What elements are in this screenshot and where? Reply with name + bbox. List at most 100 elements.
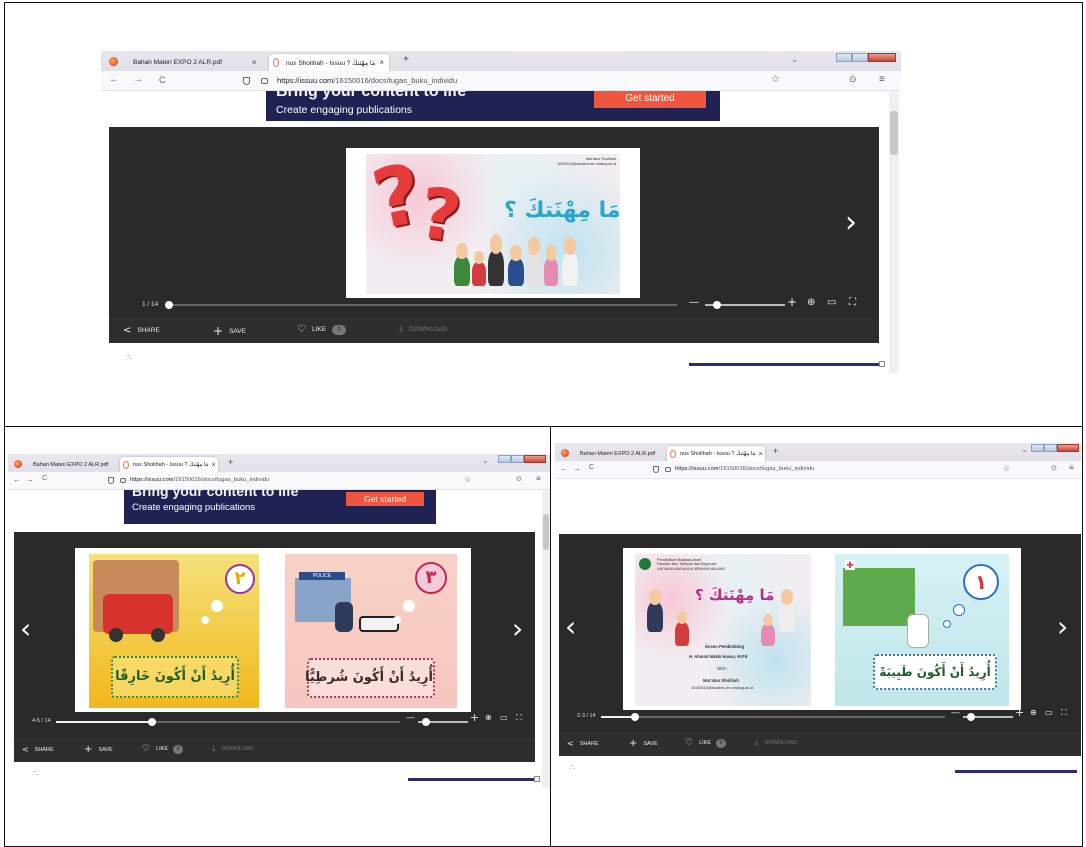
minimize-button[interactable]	[498, 455, 511, 463]
new-tab-button[interactable]: +	[228, 457, 233, 467]
maximize-button[interactable]	[852, 53, 868, 62]
zoom-handle[interactable]	[713, 301, 721, 309]
tab-issuu[interactable]: nus Sholihah - Issuu ? مَا مِهْنَتكَ ×	[269, 54, 389, 71]
chevron-down-icon[interactable]: ⌄	[791, 54, 799, 65]
chevron-down-icon[interactable]: ⌄	[1021, 445, 1028, 454]
page-seek-bar[interactable]	[165, 301, 677, 309]
zoom-in-button[interactable]: +	[787, 295, 797, 309]
fullscreen-icon[interactable]: ⛶	[849, 297, 856, 308]
share-button[interactable]: < SHARE	[567, 739, 599, 748]
next-page-arrow[interactable]: ›	[1057, 610, 1068, 643]
tab-pdf[interactable]: Bahan Materi EXPO 2 ALR.pdf ×	[127, 54, 263, 70]
single-page-icon[interactable]: ▭	[827, 297, 836, 308]
search-zoom-icon[interactable]: ⊕	[807, 297, 815, 308]
zoom-slider[interactable]	[705, 301, 785, 309]
download-button[interactable]: ⤓ DOWNLOAD	[755, 738, 797, 748]
tab-issuu[interactable]: nus Sholihah - Issuu ? مَا مِهْنَتكَ ×	[120, 457, 218, 473]
zoom-handle[interactable]	[967, 713, 975, 721]
next-page-arrow[interactable]: ›	[512, 612, 523, 645]
save-button[interactable]: + SAVE	[213, 324, 246, 338]
menu-icon[interactable]: ≡	[536, 474, 541, 483]
next-page-arrow[interactable]: ›	[845, 205, 857, 240]
search-zoom-icon[interactable]: ⊕	[485, 713, 492, 722]
shield-icon[interactable]	[108, 477, 114, 484]
fullscreen-icon[interactable]: ⛶	[1061, 708, 1067, 718]
url-bar[interactable]: https://issuu.com/16150016/docs/tugas_bu…	[130, 477, 269, 483]
menu-icon[interactable]: ≡	[1069, 463, 1074, 472]
zoom-handle[interactable]	[422, 718, 430, 726]
zoom-in-button[interactable]: +	[470, 711, 479, 724]
reload-button[interactable]: C	[42, 475, 47, 482]
zoom-out-button[interactable]: —	[406, 713, 415, 723]
get-started-button[interactable]: Get started	[594, 91, 706, 108]
reload-button[interactable]: C	[589, 464, 594, 471]
pocket-icon[interactable]: ⊙	[849, 74, 857, 85]
maximize-button[interactable]	[1044, 444, 1057, 452]
pocket-icon[interactable]: ⊙	[516, 475, 522, 483]
menu-icon[interactable]: ≡	[879, 74, 885, 85]
lock-icon[interactable]	[120, 478, 126, 483]
zoom-slider[interactable]	[418, 718, 468, 726]
window-close-button[interactable]	[868, 53, 896, 62]
tab-issuu[interactable]: nus Sholihah - Issuu ? مَا مِهْنَتكَ ×	[667, 446, 765, 462]
scrollbar-thumb[interactable]	[543, 514, 549, 550]
window-close-button[interactable]	[1057, 444, 1079, 452]
seek-handle[interactable]	[148, 718, 157, 726]
get-started-button[interactable]: Get started	[346, 492, 424, 506]
scrollbar-thumb[interactable]	[890, 111, 898, 155]
seek-handle[interactable]	[165, 301, 173, 309]
lock-icon[interactable]	[261, 78, 268, 84]
bookmark-star-icon[interactable]: ☆	[464, 475, 471, 484]
minimize-button[interactable]	[1031, 444, 1044, 452]
back-button[interactable]: ←	[560, 464, 568, 473]
share-button[interactable]: < SHARE	[22, 745, 54, 754]
fullscreen-icon[interactable]: ⛶	[516, 713, 522, 723]
shield-icon[interactable]	[243, 77, 250, 85]
seek-handle[interactable]	[631, 713, 640, 721]
zoom-in-button[interactable]: +	[1015, 706, 1024, 719]
previous-page-arrow[interactable]: ‹	[565, 610, 576, 643]
like-button[interactable]: ♡ LIKE 0	[297, 324, 347, 335]
forward-button[interactable]: →	[573, 464, 581, 473]
pocket-icon[interactable]: ⊙	[1051, 464, 1057, 472]
page-seek-bar[interactable]	[56, 718, 400, 726]
tab-pdf[interactable]: Bahan Materi EXPO 2 ALR.pdf ×	[28, 457, 131, 472]
previous-page-arrow[interactable]: ‹	[20, 612, 31, 645]
new-tab-button[interactable]: +	[773, 446, 778, 456]
bookmark-star-icon[interactable]: ☆	[1003, 464, 1010, 473]
single-page-icon[interactable]: ▭	[500, 713, 508, 722]
shield-icon[interactable]	[653, 466, 659, 473]
download-button[interactable]: ⤓ DOWNLOAD	[399, 324, 447, 334]
spread-pages[interactable]: Pendidikan Bahasa Arab Fakultas Ilmu Tar…	[623, 548, 1021, 710]
back-button[interactable]: ←	[109, 74, 119, 85]
save-button[interactable]: + SAVE	[84, 744, 113, 755]
zoom-out-button[interactable]: —	[689, 297, 699, 308]
window-close-button[interactable]	[524, 455, 546, 463]
single-page-icon[interactable]: ▭	[1045, 708, 1053, 717]
bookmark-star-icon[interactable]: ☆	[771, 74, 780, 85]
scrollbar[interactable]	[542, 490, 550, 788]
zoom-slider[interactable]	[963, 713, 1013, 721]
like-button[interactable]: ♡ LIKE 0	[142, 744, 184, 754]
close-icon[interactable]: ×	[759, 451, 763, 458]
minimize-button[interactable]	[836, 53, 852, 62]
scrollbar[interactable]	[889, 91, 899, 373]
close-icon[interactable]: ×	[212, 462, 216, 469]
new-tab-button[interactable]: +	[403, 54, 409, 65]
forward-button[interactable]: →	[133, 74, 143, 85]
forward-button[interactable]: →	[26, 475, 34, 484]
zoom-out-button[interactable]: —	[951, 708, 960, 718]
back-button[interactable]: ←	[13, 475, 21, 484]
url-bar[interactable]: https://issuu.com/16150016/docs/tugas_bu…	[277, 76, 457, 85]
close-icon[interactable]: ×	[252, 58, 257, 67]
reload-button[interactable]: C	[159, 75, 166, 85]
chevron-down-icon[interactable]: ⌄	[482, 456, 489, 465]
lock-icon[interactable]	[665, 467, 671, 472]
download-button[interactable]: ⤓ DOWNLOAD	[212, 744, 254, 754]
close-icon[interactable]: ×	[379, 58, 384, 67]
cover-page[interactable]: ? ? مَا مِهْنَتكَ ؟ Mar'atus Sholihah 16…	[346, 148, 640, 298]
maximize-button[interactable]	[511, 455, 524, 463]
spread-pages[interactable]: ٢ أُرِيدُ أَنْ أَكُونَ خَارِقًا POLICE ٣…	[75, 548, 471, 712]
page-seek-bar[interactable]	[601, 713, 945, 721]
url-bar[interactable]: https://issuu.com/16150016/docs/tugas_bu…	[675, 466, 814, 472]
